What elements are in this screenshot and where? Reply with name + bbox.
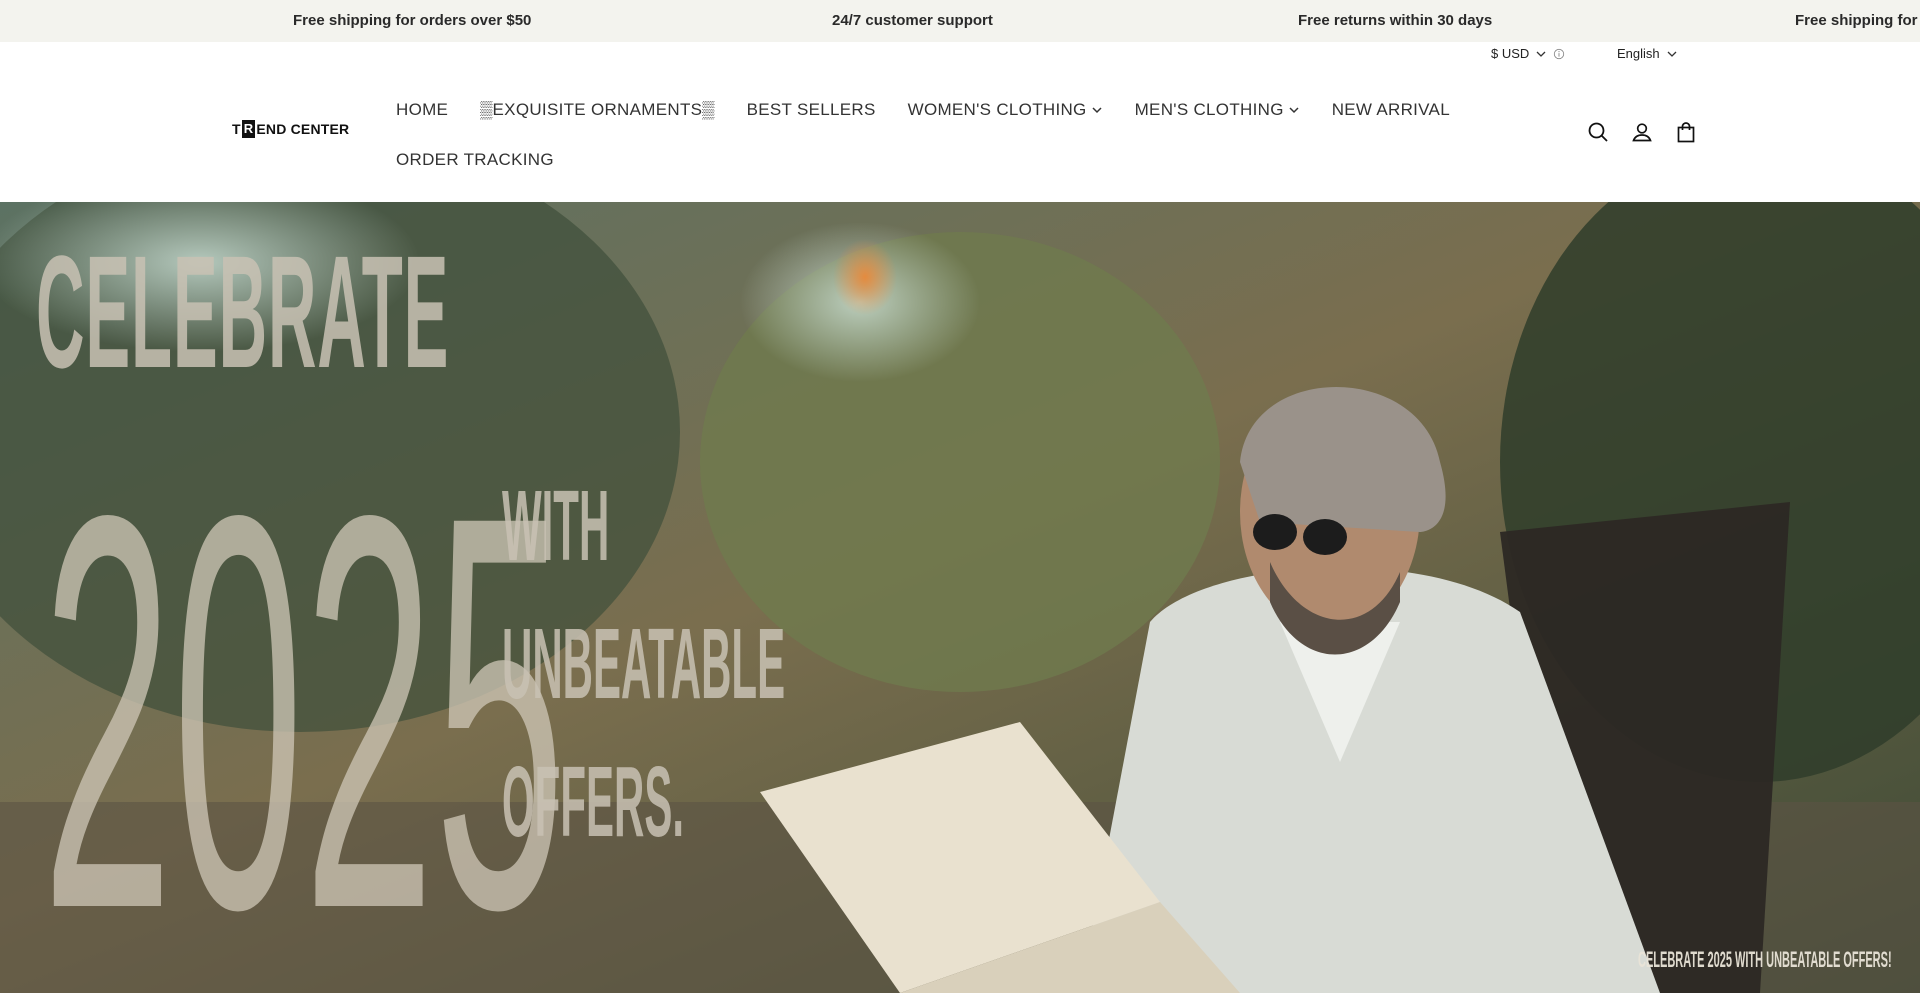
nav-womens-label: WOMEN'S CLOTHING	[907, 100, 1087, 119]
utility-bar: $ USD English	[0, 42, 1920, 66]
hero-headline-unbeatable: UNBEATABLE	[502, 608, 786, 720]
search-icon[interactable]	[1586, 120, 1610, 144]
announcement-shipping-repeat: Free shipping for	[1795, 12, 1918, 29]
chevron-down-icon	[1667, 51, 1677, 57]
hero-headline-year: 2025	[42, 399, 566, 993]
account-icon[interactable]	[1630, 120, 1654, 144]
language-selector[interactable]: English	[1617, 46, 1678, 61]
nav-exquisite-ornaments[interactable]: ▒EXQUISITE ORNAMENTS▒	[480, 100, 714, 120]
nav-womens-clothing[interactable]: WOMEN'S CLOTHING	[908, 100, 1103, 120]
announcement-support: 24/7 customer support	[832, 12, 993, 29]
logo-letter-t: T	[232, 121, 241, 137]
nav-best-sellers-label: BEST SELLERS	[746, 100, 876, 119]
hero-headline-with: WITH	[502, 470, 610, 582]
announcement-bar: Free shipping for orders over $50 24/7 c…	[0, 0, 1920, 42]
logo-letter-box: R	[241, 120, 256, 138]
hero-banner[interactable]: CELEBRATE 2025 WITH UNBEATABLE OFFERS. C…	[0, 202, 1920, 993]
nav-home[interactable]: HOME	[396, 100, 448, 120]
main-navigation: HOME ▒EXQUISITE ORNAMENTS▒ BEST SELLERS …	[396, 98, 1450, 172]
nav-new-arrival[interactable]: NEW ARRIVAL	[1332, 100, 1450, 120]
hero-headline-celebrate: CELEBRATE	[36, 222, 450, 401]
nav-order-tracking[interactable]: ORDER TRACKING	[396, 150, 554, 170]
nav-new-arrival-label: NEW ARRIVAL	[1331, 100, 1450, 119]
language-label: English	[1617, 46, 1660, 61]
announcement-returns: Free returns within 30 days	[1298, 12, 1493, 29]
nav-mens-label: MEN'S CLOTHING	[1134, 100, 1284, 119]
chevron-down-icon	[1289, 107, 1299, 114]
nav-order-tracking-label: ORDER TRACKING	[396, 150, 554, 169]
site-logo[interactable]: T R END CENTER	[232, 120, 349, 138]
nav-best-sellers[interactable]: BEST SELLERS	[747, 100, 876, 120]
hero-stamp-text: CELEBRATE 2025 WITH UNBEATABLE OFFERS!	[1638, 947, 1892, 972]
chevron-down-icon	[1536, 51, 1546, 57]
currency-label: $ USD	[1491, 46, 1530, 61]
nav-home-label: HOME	[396, 100, 449, 119]
currency-selector[interactable]: $ USD	[1491, 46, 1565, 61]
site-header: T R END CENTER HOME ▒EXQUISITE ORNAMENTS…	[0, 66, 1920, 202]
hero-headline-offers: OFFERS.	[502, 746, 685, 858]
chevron-down-icon	[1092, 107, 1102, 114]
nav-mens-clothing[interactable]: MEN'S CLOTHING	[1135, 100, 1300, 120]
header-actions	[1586, 120, 1698, 144]
logo-text: END CENTER	[256, 121, 350, 137]
announcement-shipping: Free shipping for orders over $50	[293, 12, 532, 29]
cart-icon[interactable]	[1674, 120, 1698, 144]
info-icon[interactable]	[1553, 48, 1565, 60]
nav-ornaments-label: ▒EXQUISITE ORNAMENTS▒	[480, 100, 715, 119]
